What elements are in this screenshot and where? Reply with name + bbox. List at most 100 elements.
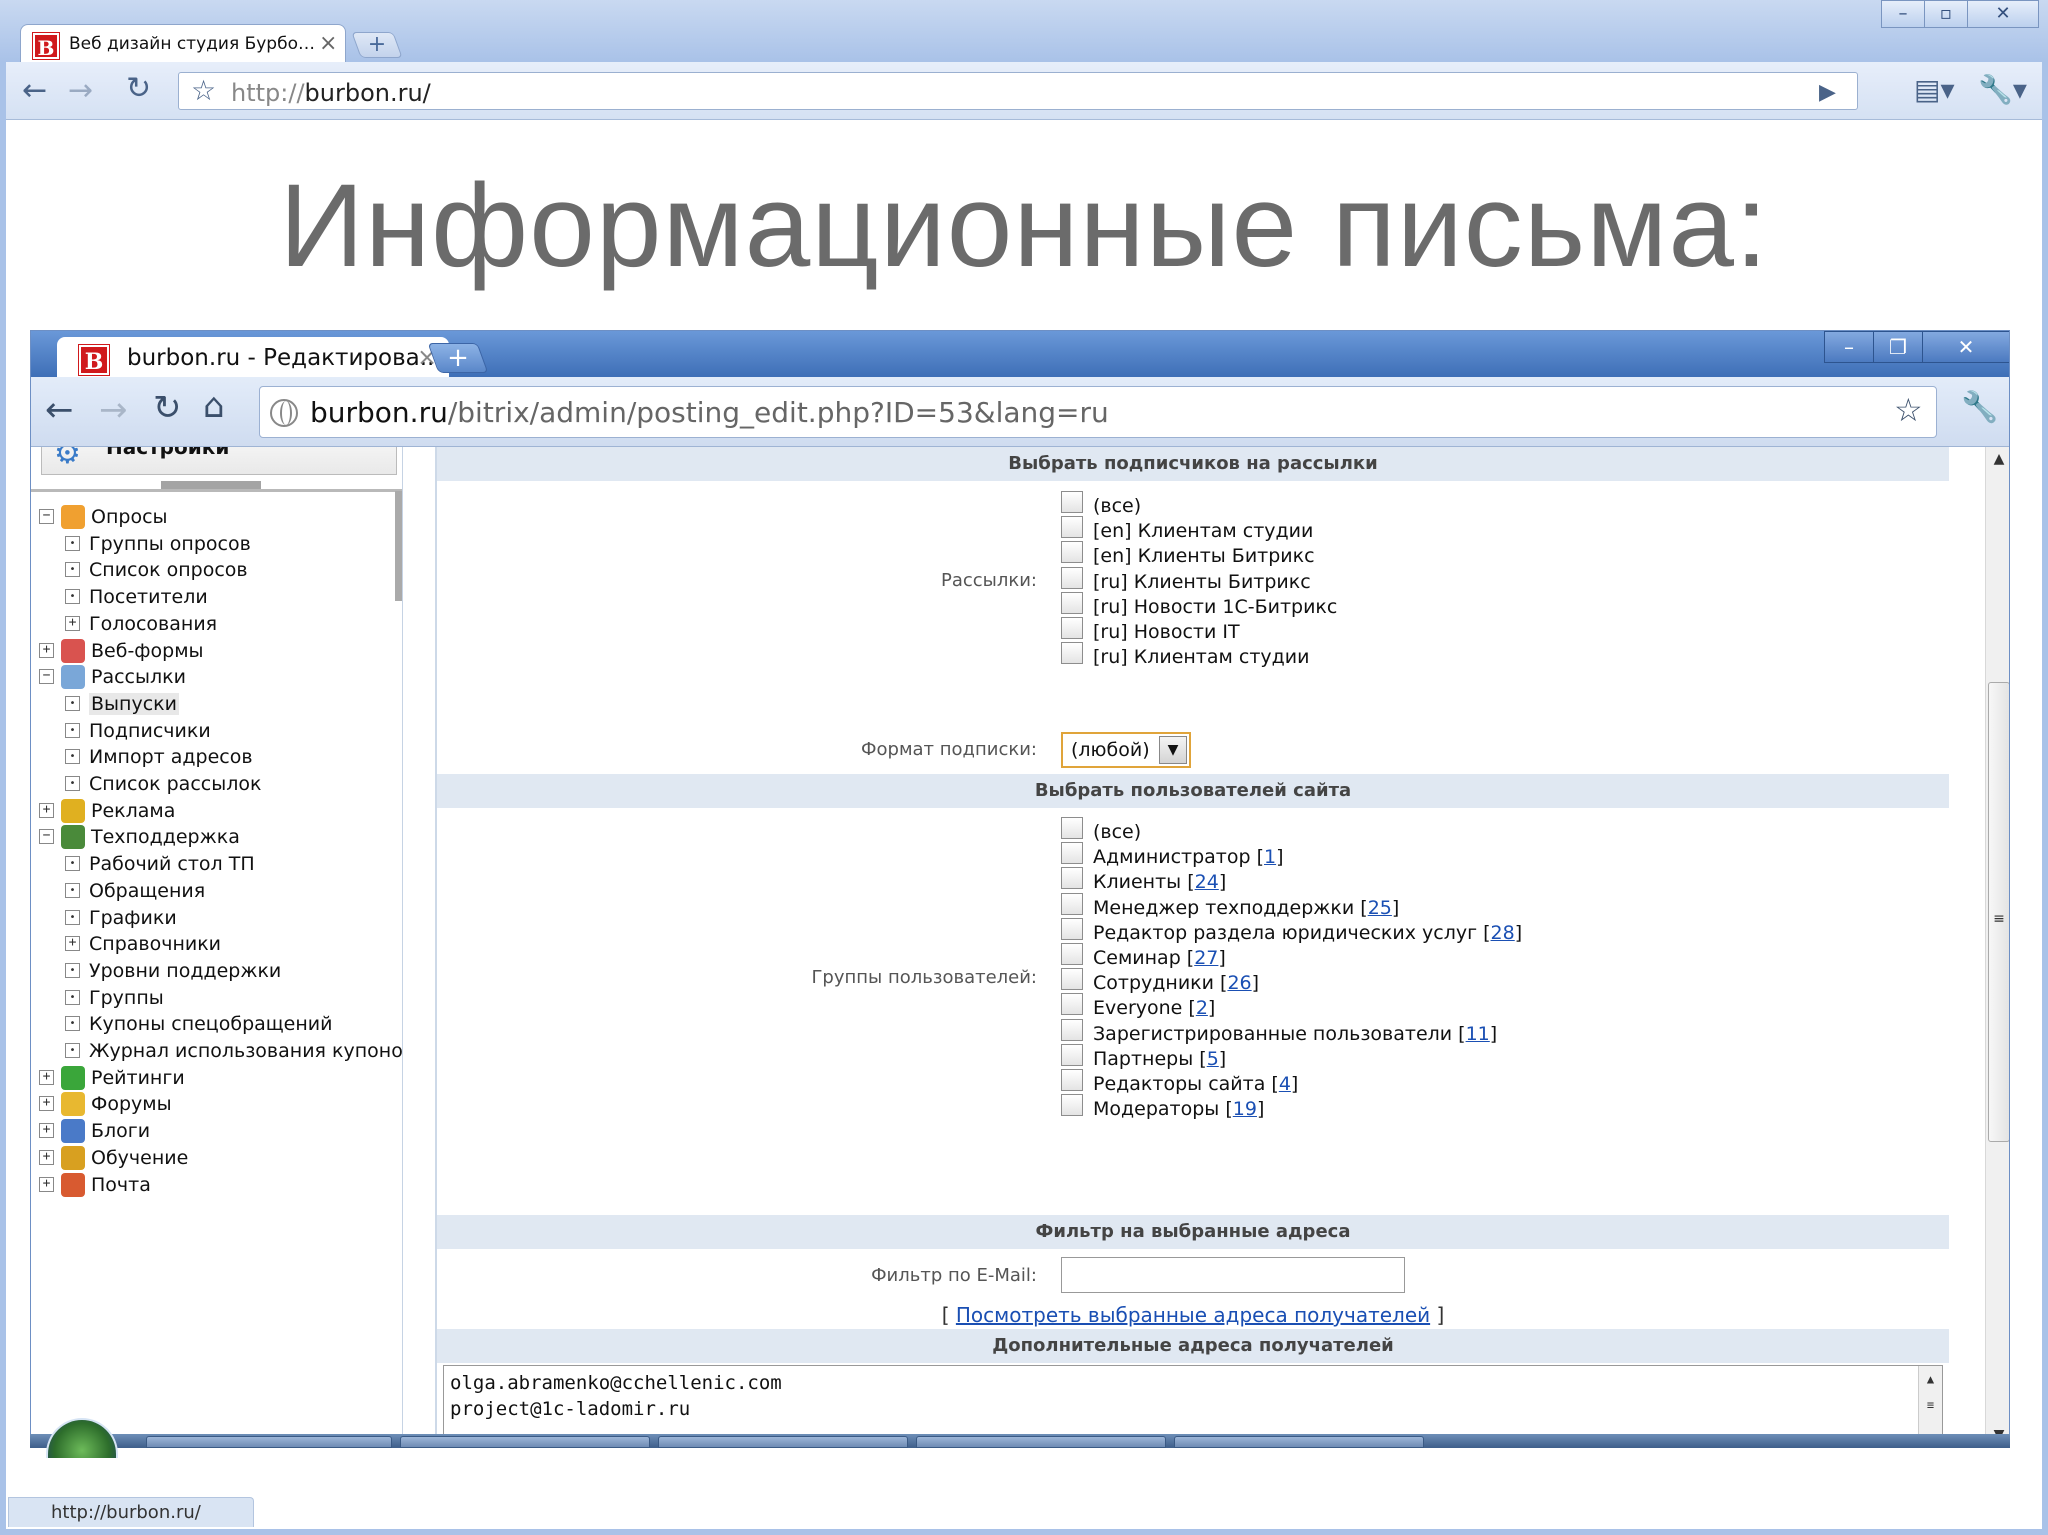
splitter-handle[interactable] [161, 481, 261, 489]
expand-icon[interactable]: + [39, 803, 54, 818]
mailing-checkbox[interactable] [1061, 617, 1083, 639]
wrench-icon[interactable]: 🔧 [1961, 393, 1998, 423]
group-count-link[interactable]: 2 [1196, 997, 1208, 1019]
group-checkbox[interactable] [1061, 968, 1083, 990]
group-count-link[interactable]: 5 [1207, 1048, 1219, 1070]
group-checkbox[interactable] [1061, 893, 1083, 915]
leaf-icon[interactable]: • [65, 963, 80, 978]
group-count-link[interactable]: 28 [1491, 922, 1515, 944]
bookmark-star-icon[interactable]: ☆ [1894, 394, 1923, 426]
leaf-icon[interactable]: • [65, 990, 80, 1005]
taskbar-button[interactable] [146, 1436, 392, 1448]
group-count-link[interactable]: 19 [1233, 1098, 1257, 1120]
group-count-link[interactable]: 1 [1264, 846, 1276, 868]
group-checkbox[interactable] [1061, 817, 1083, 839]
group-checkbox[interactable] [1061, 1069, 1083, 1091]
inner-tab[interactable]: B burbon.ru - Редактирова... × [57, 337, 449, 379]
forward-arrow-icon[interactable]: → [68, 76, 93, 106]
minimize-icon[interactable]: – [1824, 331, 1874, 363]
mailing-label: [ru] Клиентам студии [1093, 646, 1310, 668]
mailing-checkbox[interactable] [1061, 516, 1083, 538]
collapse-icon[interactable]: − [39, 669, 54, 684]
expand-icon[interactable]: + [39, 1150, 54, 1165]
leaf-icon[interactable]: • [65, 696, 80, 711]
leaf-icon[interactable]: • [65, 883, 80, 898]
forward-arrow-icon[interactable]: → [99, 393, 128, 427]
taskbar-button[interactable] [658, 1436, 908, 1448]
group-checkbox[interactable] [1061, 1019, 1083, 1041]
page-menu-icon[interactable]: ▤▾ [1914, 75, 1955, 105]
leaf-icon[interactable]: • [65, 1043, 80, 1058]
group-count-link[interactable]: 24 [1195, 871, 1219, 893]
format-select[interactable]: (любой) ▼ [1061, 732, 1191, 768]
leaf-icon[interactable]: • [65, 562, 80, 577]
leaf-icon[interactable]: • [65, 776, 80, 791]
group-count-link[interactable]: 11 [1466, 1023, 1490, 1045]
collapse-icon[interactable]: − [39, 829, 54, 844]
chevron-down-icon[interactable]: ▼ [1159, 736, 1187, 764]
email-filter-input[interactable] [1061, 1257, 1405, 1293]
group-checkbox[interactable] [1061, 842, 1083, 864]
group-checkbox[interactable] [1061, 867, 1083, 889]
leaf-icon[interactable]: • [65, 856, 80, 871]
expand-icon[interactable]: + [65, 616, 80, 631]
outer-address-bar[interactable]: ☆ http://burbon.ru/ ▶ [178, 72, 1858, 110]
group-checkbox[interactable] [1061, 918, 1083, 940]
settings-button[interactable]: ⚙ Настройки [41, 447, 397, 475]
group-count-link[interactable]: 27 [1194, 947, 1218, 969]
expand-icon[interactable]: + [39, 643, 54, 658]
go-arrow-icon[interactable]: ▶ [1819, 78, 1836, 108]
inner-toolbar: ← → ↻ ⌂ burbon.ru/bitrix/admin/posting_e… [31, 377, 2009, 447]
group-checkbox[interactable] [1061, 1044, 1083, 1066]
new-tab-button[interactable]: + [351, 32, 403, 58]
group-count-link[interactable]: 25 [1368, 897, 1392, 919]
restore-icon[interactable]: ❐ [1873, 331, 1923, 363]
reload-icon[interactable]: ↻ [126, 74, 151, 104]
group-checkbox[interactable] [1061, 943, 1083, 965]
back-arrow-icon[interactable]: ← [45, 393, 74, 427]
back-arrow-icon[interactable]: ← [22, 76, 47, 106]
expand-icon[interactable]: + [39, 1096, 54, 1111]
leaf-icon[interactable]: • [65, 723, 80, 738]
close-tab-icon[interactable]: × [319, 31, 337, 56]
wrench-icon[interactable]: 🔧▾ [1978, 75, 2027, 105]
mailing-checkbox[interactable] [1061, 541, 1083, 563]
leaf-icon[interactable]: • [65, 749, 80, 764]
new-tab-button[interactable]: + [427, 343, 489, 373]
leaf-icon[interactable]: • [65, 910, 80, 925]
bookmark-star-icon[interactable]: ☆ [191, 76, 216, 106]
mailing-checkbox[interactable] [1061, 592, 1083, 614]
maximize-icon[interactable]: ▫ [1924, 0, 1968, 28]
mailing-checkbox[interactable] [1061, 567, 1083, 589]
sidebar-scrollbar[interactable] [395, 491, 402, 601]
group-checkbox[interactable] [1061, 993, 1083, 1015]
taskbar-button[interactable] [1174, 1436, 1424, 1448]
home-icon[interactable]: ⌂ [203, 389, 225, 423]
group-count-link[interactable]: 26 [1227, 972, 1251, 994]
reload-icon[interactable]: ↻ [153, 391, 182, 425]
expand-icon[interactable]: + [39, 1123, 54, 1138]
group-checkbox[interactable] [1061, 1094, 1083, 1116]
inner-address-bar[interactable]: burbon.ru/bitrix/admin/posting_edit.php?… [259, 386, 1937, 438]
leaf-icon[interactable]: • [65, 1016, 80, 1031]
mailing-checkbox[interactable] [1061, 642, 1083, 664]
scroll-grip-icon[interactable]: ≡ [1919, 1392, 1942, 1418]
close-window-icon[interactable]: ✕ [1922, 331, 2009, 363]
page-scrollbar[interactable]: ▲ ≡ ▼ [1985, 447, 2009, 1445]
leaf-icon[interactable]: • [65, 536, 80, 551]
scroll-up-icon[interactable]: ▲ [1919, 1366, 1942, 1392]
close-window-icon[interactable]: ✕ [1967, 0, 2039, 28]
mailing-checkbox[interactable] [1061, 491, 1083, 513]
view-addresses-link[interactable]: Посмотреть выбранные адреса получателей [956, 1303, 1430, 1327]
group-count-link[interactable]: 4 [1279, 1073, 1291, 1095]
scroll-up-icon[interactable]: ▲ [1986, 451, 2009, 467]
expand-icon[interactable]: + [39, 1070, 54, 1085]
expand-icon[interactable]: + [39, 1177, 54, 1192]
taskbar-button[interactable] [400, 1436, 650, 1448]
outer-tab[interactable]: B Веб дизайн студия Бурбо… × [20, 24, 346, 64]
minimize-icon[interactable]: – [1881, 0, 1925, 28]
taskbar-button[interactable] [916, 1436, 1166, 1448]
leaf-icon[interactable]: • [65, 589, 80, 604]
expand-icon[interactable]: + [65, 936, 80, 951]
collapse-icon[interactable]: − [39, 509, 54, 524]
